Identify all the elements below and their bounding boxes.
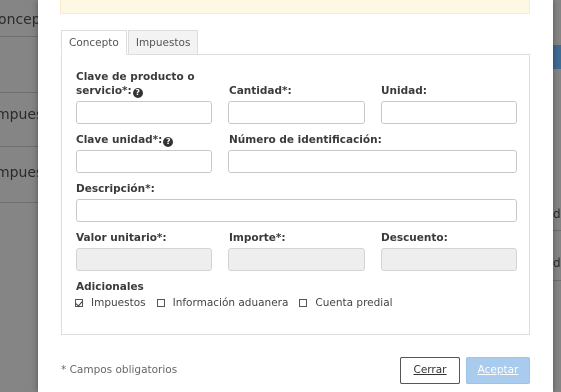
alert-message (60, 0, 530, 14)
numero-identificacion-label: Número de identificación: (229, 134, 382, 146)
informacion-aduanera-checkbox-label[interactable]: Información aduanera (173, 297, 289, 309)
numero-identificacion-input[interactable] (228, 150, 517, 173)
valor-unitario-input[interactable] (76, 248, 212, 271)
cantidad-label: Cantidad*: (229, 85, 292, 97)
background-divider (553, 280, 561, 281)
concepto-panel: Clave de producto o servicio*:? Cantidad… (61, 54, 530, 335)
modal-tabs: Concepto Impuestos (61, 30, 199, 55)
clave-producto-label-line1: Clave de producto o (76, 71, 195, 83)
background-blue-button (553, 45, 561, 69)
clave-unidad-label-text: Clave unidad*: (76, 134, 163, 146)
clave-producto-label: Clave de producto o servicio*:? (76, 70, 195, 98)
descripcion-input[interactable] (76, 199, 517, 222)
required-fields-note: * Campos obligatorios (61, 364, 178, 376)
cantidad-input[interactable] (228, 101, 365, 124)
tab-concepto[interactable]: Concepto (61, 30, 127, 55)
cuenta-predial-checkbox-icon[interactable] (299, 299, 308, 307)
background-label-right-2: de (553, 256, 561, 270)
accept-button[interactable]: Aceptar (466, 357, 530, 384)
importe-input[interactable] (228, 248, 365, 271)
help-icon[interactable]: ? (163, 137, 174, 147)
impuestos-checkbox-icon[interactable] (75, 299, 83, 307)
background-divider (0, 202, 38, 203)
descuento-label: Descuento: (381, 232, 448, 244)
importe-label: Importe*: (229, 232, 286, 244)
descripcion-label: Descripción*: (76, 183, 155, 195)
descuento-input[interactable] (381, 248, 517, 271)
adicionales-options: Impuestos Información aduanera Cuenta pr… (75, 297, 404, 309)
background-divider (0, 146, 38, 147)
close-button[interactable]: Cerrar (400, 357, 460, 384)
clave-producto-label-line2: servicio*: (76, 85, 132, 97)
valor-unitario-label: Valor unitario*: (76, 232, 167, 244)
informacion-aduanera-checkbox-icon[interactable] (156, 299, 165, 307)
concept-modal: Concepto Impuestos Clave de producto o s… (38, 0, 553, 392)
clave-unidad-input[interactable] (76, 150, 212, 173)
clave-unidad-label: Clave unidad*:? (76, 133, 174, 147)
cuenta-predial-checkbox-label[interactable]: Cuenta predial (315, 297, 392, 309)
unidad-input[interactable] (381, 101, 517, 124)
unidad-label: Unidad: (381, 85, 427, 97)
tab-impuestos[interactable]: Impuestos (127, 30, 199, 55)
help-icon[interactable]: ? (132, 88, 143, 98)
adicionales-title: Adicionales (76, 281, 144, 293)
clave-producto-input[interactable] (76, 101, 212, 124)
impuestos-checkbox-label[interactable]: Impuestos (91, 297, 146, 309)
background-divider (553, 230, 561, 231)
background-divider (0, 92, 38, 93)
background-label-right: da (553, 207, 561, 221)
background-divider (0, 36, 38, 37)
